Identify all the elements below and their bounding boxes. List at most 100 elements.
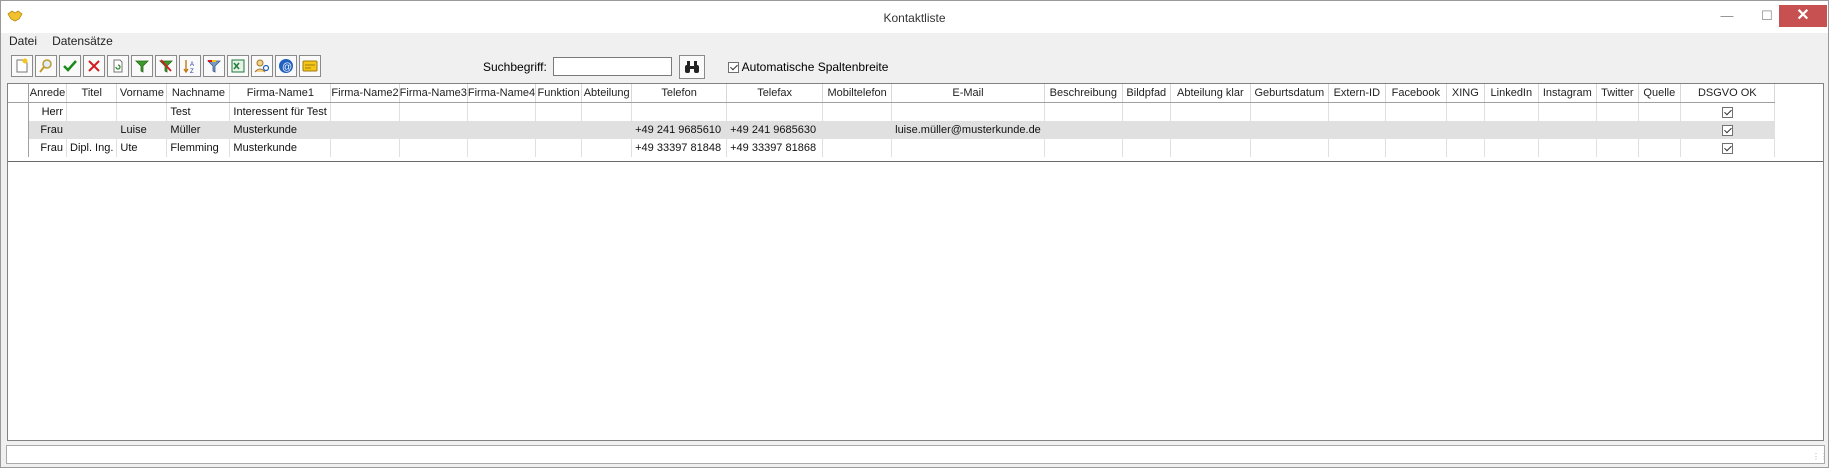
table-cell[interactable] (581, 102, 633, 121)
close-button[interactable]: ✕ (1779, 5, 1827, 27)
table-cell[interactable] (330, 139, 400, 157)
auto-column-width-option[interactable]: Automatische Spaltenbreite (728, 60, 888, 74)
table-cell[interactable] (535, 139, 583, 157)
table-cell[interactable] (1638, 139, 1681, 157)
table-cell[interactable]: Ute (116, 139, 168, 157)
table-cell[interactable]: Herr (28, 102, 67, 121)
color-filter-button[interactable] (203, 55, 225, 77)
table-cell[interactable] (822, 102, 893, 121)
col-nachname[interactable]: Nachname (166, 84, 231, 103)
table-cell[interactable] (330, 121, 400, 139)
dsgvo-cell[interactable] (1680, 121, 1775, 139)
dsgvo-checkbox[interactable] (1721, 124, 1733, 136)
menu-datei[interactable]: Datei (9, 34, 37, 48)
delete-button[interactable] (83, 55, 105, 77)
table-cell[interactable] (1328, 139, 1386, 157)
col-anrede[interactable]: Anrede (28, 84, 67, 103)
table-cell[interactable] (1328, 102, 1386, 121)
dsgvo-checkbox[interactable] (1721, 142, 1733, 154)
sort-button[interactable]: AZ (179, 55, 201, 77)
new-record-button[interactable] (11, 55, 33, 77)
table-cell[interactable] (1484, 102, 1539, 121)
table-cell[interactable] (581, 139, 633, 157)
table-cell[interactable] (1596, 102, 1639, 121)
table-cell[interactable] (467, 139, 537, 157)
table-cell[interactable] (399, 139, 468, 157)
table-cell[interactable] (66, 121, 118, 139)
table-cell[interactable] (1122, 121, 1171, 139)
refresh-button[interactable] (107, 55, 129, 77)
table-cell[interactable]: Musterkunde (229, 139, 332, 157)
row-header[interactable] (8, 102, 29, 121)
row-header[interactable] (8, 139, 29, 157)
table-cell[interactable] (1638, 102, 1681, 121)
table-cell[interactable] (330, 102, 400, 121)
table-cell[interactable] (66, 102, 118, 121)
table-cell[interactable] (1385, 102, 1447, 121)
dsgvo-cell[interactable] (1680, 102, 1775, 121)
table-cell[interactable] (467, 102, 537, 121)
table-cell[interactable]: Luise (116, 121, 168, 139)
table-cell[interactable] (891, 139, 1045, 157)
table-cell[interactable] (1250, 121, 1329, 139)
remove-filter-button[interactable] (155, 55, 177, 77)
table-cell[interactable] (1170, 121, 1251, 139)
filter-button[interactable] (131, 55, 153, 77)
table-cell[interactable] (891, 102, 1045, 121)
col-firma-name1[interactable]: Firma-Name1 (229, 84, 332, 103)
table-cell[interactable] (1596, 121, 1639, 139)
menu-datensaetze[interactable]: Datensätze (52, 34, 113, 48)
col-beschreibung[interactable]: Beschreibung (1044, 84, 1123, 103)
col-linkedin[interactable]: LinkedIn (1484, 84, 1539, 103)
col-bildpfad[interactable]: Bildpfad (1122, 84, 1171, 103)
table-cell[interactable]: luise.müller@musterkunde.de (891, 121, 1045, 139)
email-button[interactable]: @ (275, 55, 297, 77)
table-cell[interactable] (1385, 121, 1447, 139)
table-cell[interactable] (116, 102, 168, 121)
col-firma-name3[interactable]: Firma-Name3 (399, 84, 468, 103)
row-header[interactable] (8, 121, 29, 139)
table-cell[interactable]: Flemming (166, 139, 231, 157)
table-cell[interactable]: +49 33397 81868 (726, 139, 824, 157)
search-button[interactable] (679, 55, 705, 79)
accept-button[interactable] (59, 55, 81, 77)
table-cell[interactable] (581, 121, 633, 139)
table-cell[interactable] (1538, 121, 1597, 139)
col-facebook[interactable]: Facebook (1385, 84, 1447, 103)
table-cell[interactable] (1122, 139, 1171, 157)
table-cell[interactable] (535, 121, 583, 139)
table-cell[interactable] (1044, 139, 1123, 157)
col-geburtsdatum[interactable]: Geburtsdatum (1250, 84, 1329, 103)
table-cell[interactable] (467, 121, 537, 139)
table-cell[interactable] (1538, 139, 1597, 157)
table-cell[interactable] (726, 102, 824, 121)
find-people-button[interactable] (251, 55, 273, 77)
search-input[interactable] (553, 57, 672, 76)
col-instagram[interactable]: Instagram (1538, 84, 1597, 103)
table-cell[interactable] (1122, 102, 1171, 121)
table-cell[interactable] (399, 102, 468, 121)
table-cell[interactable]: Frau (28, 139, 67, 157)
table-cell[interactable] (1250, 102, 1329, 121)
table-cell[interactable] (1044, 121, 1123, 139)
col-quelle[interactable]: Quelle (1638, 84, 1681, 103)
table-cell[interactable]: Frau (28, 121, 67, 139)
col-mobiltelefon[interactable]: Mobiltelefon (822, 84, 893, 103)
table-cell[interactable] (822, 139, 893, 157)
table-cell[interactable] (399, 121, 468, 139)
table-cell[interactable] (1484, 139, 1539, 157)
table-cell[interactable]: Test (166, 102, 231, 121)
card-button[interactable] (299, 55, 321, 77)
col-abteilung[interactable]: Abteilung (581, 84, 633, 103)
col-funktion[interactable]: Funktion (535, 84, 583, 103)
table-cell[interactable]: +49 33397 81848 (631, 139, 728, 157)
resize-grip-icon[interactable]: ⋮⋮ (1812, 452, 1828, 462)
table-cell[interactable]: Dipl. Ing. (66, 139, 118, 157)
table-cell[interactable]: Musterkunde (229, 121, 332, 139)
excel-export-button[interactable] (227, 55, 249, 77)
table-row[interactable]: Herr Test Interessent für Test (8, 102, 1775, 121)
table-cell[interactable] (1638, 121, 1681, 139)
table-cell[interactable] (1170, 102, 1251, 121)
table-cell[interactable] (1328, 121, 1386, 139)
col-extern-id[interactable]: Extern-ID (1328, 84, 1386, 103)
